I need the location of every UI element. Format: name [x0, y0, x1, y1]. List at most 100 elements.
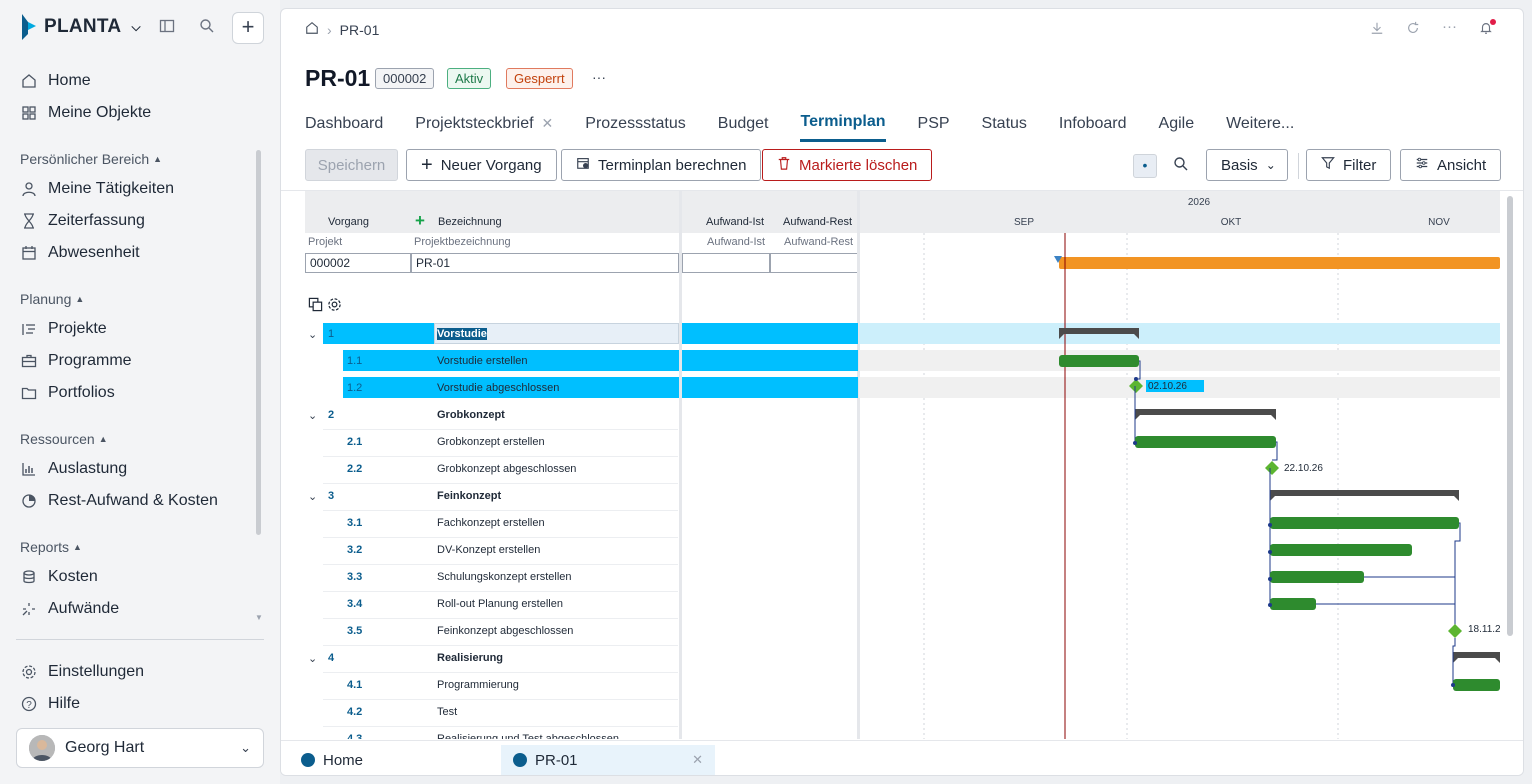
sidebar-item-zeiterfassung[interactable]: Zeiterfassung [20, 207, 145, 235]
sidebar-item-abwesenheit[interactable]: Abwesenheit [20, 239, 140, 267]
sidebar-item-projekte[interactable]: Projekte [20, 315, 107, 343]
row-name[interactable]: Fachkonzept erstellen [437, 517, 545, 529]
row-name[interactable]: Grobkonzept abgeschlossen [437, 463, 576, 475]
scroll-down-icon[interactable]: ▼ [255, 613, 263, 622]
section-reports[interactable]: Reports ▲ [20, 539, 82, 555]
col-header-bezeichnung[interactable]: Bezeichnung [438, 216, 502, 228]
refresh-icon[interactable] [1406, 21, 1420, 39]
row-name[interactable]: Vorstudie erstellen [437, 355, 528, 367]
row-name[interactable]: DV-Konzept erstellen [437, 544, 540, 556]
col-header-vorgang[interactable]: Vorgang [328, 216, 369, 228]
planta-logo[interactable]: PLANTA ⌵ [20, 14, 141, 40]
copy-icon[interactable] [308, 297, 323, 317]
project-more-button[interactable]: ··· [592, 69, 606, 85]
tab-budget[interactable]: Budget [718, 113, 769, 142]
row-name[interactable]: Vorstudie abgeschlossen [437, 382, 559, 394]
section-persoenlicher-bereich[interactable]: Persönlicher Bereich ▲ [20, 151, 162, 167]
tab-projektsteckbrief[interactable]: Projektsteckbrief ✕ [415, 113, 553, 142]
calendar-icon [20, 244, 38, 262]
chevron-down-icon[interactable]: ⌵ [131, 20, 140, 35]
row-name[interactable]: Realisierung und Test abgeschlossen [437, 733, 619, 739]
chevron-down-icon[interactable]: ⌄ [308, 490, 317, 503]
sidebar-item-hilfe[interactable]: ? Hilfe [20, 690, 80, 718]
calculate-schedule-button[interactable]: Terminplan berechnen [561, 149, 762, 181]
tab-psp[interactable]: PSP [918, 113, 950, 142]
notification-dot [1490, 19, 1496, 25]
sidebar-item-aufwaende[interactable]: Aufwände [20, 595, 119, 623]
sidebar-item-kosten[interactable]: Kosten [20, 563, 98, 591]
chevron-down-icon[interactable]: ⌄ [308, 652, 317, 665]
sidebar-item-label: Hilfe [48, 695, 81, 712]
row-name[interactable]: Feinkonzept [437, 490, 501, 502]
chevron-down-icon[interactable]: ⌄ [308, 409, 317, 422]
tab-prozessstatus[interactable]: Prozessstatus [585, 113, 685, 142]
project-name-cell[interactable]: PR-01 [411, 253, 679, 273]
breadcrumb-current[interactable]: PR-01 [340, 22, 380, 38]
sidebar-toggle-icon[interactable] [158, 18, 176, 36]
tab-dashboard[interactable]: Dashboard [305, 113, 383, 142]
filter-button[interactable]: Filter [1306, 149, 1392, 181]
tab-weitere[interactable]: Weitere... [1226, 113, 1294, 142]
close-icon[interactable]: ✕ [542, 115, 554, 132]
search-icon[interactable] [1173, 156, 1189, 177]
download-icon[interactable] [1370, 21, 1384, 39]
row-name[interactable]: Roll-out Planung erstellen [437, 598, 563, 610]
bell-icon[interactable] [1479, 19, 1496, 39]
row-name[interactable]: Vorstudie [437, 328, 487, 340]
row-number: 4 [328, 652, 335, 664]
sidebar: PLANTA ⌵ + Home Meine Objekte Persönlich… [0, 0, 280, 784]
save-button[interactable]: Speichern [305, 149, 398, 181]
sidebar-item-meine-taetigkeiten[interactable]: Meine Tätigkeiten [20, 175, 174, 203]
bottom-tab-pr01[interactable]: PR-01 ✕ [501, 745, 715, 775]
tab-status[interactable]: Status [982, 113, 1027, 142]
bottom-tab-home[interactable]: Home [289, 745, 375, 775]
add-button[interactable]: + [232, 12, 264, 44]
vertical-scrollbar[interactable] [1507, 196, 1513, 636]
tab-terminplan[interactable]: Terminplan [800, 113, 886, 142]
close-icon[interactable]: ✕ [692, 752, 703, 768]
col-header-aufwand-rest[interactable]: Aufwand-Rest [783, 216, 852, 228]
project-aufwand-rest-cell[interactable] [770, 253, 858, 273]
sidebar-item-home[interactable]: Home [20, 67, 91, 95]
new-task-button[interactable]: + Neuer Vorgang [406, 149, 557, 181]
home-icon[interactable] [305, 21, 319, 38]
project-number-cell[interactable]: 000002 [305, 253, 411, 273]
basis-dropdown[interactable]: Basis ⌄ [1206, 149, 1288, 181]
search-icon[interactable] [198, 18, 216, 36]
gantt-milestone [1265, 461, 1279, 475]
tab-infoboard[interactable]: Infoboard [1059, 113, 1127, 142]
add-row-icon[interactable]: + [415, 211, 425, 231]
sidebar-scrollbar[interactable] [256, 150, 261, 535]
tab-agile[interactable]: Agile [1159, 113, 1195, 142]
row-name[interactable]: Grobkonzept [437, 409, 505, 421]
dot-toggle-button[interactable]: • [1133, 154, 1157, 178]
toolbar: Speichern + Neuer Vorgang Terminplan bere… [305, 149, 1502, 183]
user-menu[interactable]: Georg Hart ⌄ [16, 728, 264, 768]
coins-icon [20, 568, 38, 586]
row-name[interactable]: Feinkonzept abgeschlossen [437, 625, 573, 637]
tab-label: Home [323, 751, 364, 769]
sidebar-item-rest-aufwand-kosten[interactable]: Rest-Aufwand & Kosten [20, 487, 218, 515]
sidebar-item-meine-objekte[interactable]: Meine Objekte [20, 99, 151, 127]
more-icon[interactable]: ··· [1442, 19, 1457, 39]
view-button[interactable]: Ansicht [1400, 149, 1502, 181]
section-planung[interactable]: Planung ▲ [20, 291, 84, 307]
gantt-summary-bar-cap [1454, 496, 1459, 501]
col-header-aufwand-ist[interactable]: Aufwand-Ist [706, 216, 764, 228]
row-name[interactable]: Realisierung [437, 652, 503, 664]
gantt-link-dot [1133, 441, 1137, 445]
sidebar-item-einstellungen[interactable]: Einstellungen [20, 658, 144, 686]
row-name[interactable]: Schulungskonzept erstellen [437, 571, 572, 583]
delete-marked-button[interactable]: Markierte löschen [762, 149, 933, 181]
section-ressourcen[interactable]: Ressourcen ▲ [20, 431, 108, 447]
gantt-task-bar [1453, 679, 1500, 691]
row-name[interactable]: Programmierung [437, 679, 519, 691]
row-name[interactable]: Grobkonzept erstellen [437, 436, 545, 448]
sidebar-item-portfolios[interactable]: Portfolios [20, 379, 115, 407]
sidebar-item-programme[interactable]: Programme [20, 347, 132, 375]
row-name[interactable]: Test [437, 706, 457, 718]
sidebar-item-auslastung[interactable]: Auslastung [20, 455, 127, 483]
chevron-down-icon[interactable]: ⌄ [308, 328, 317, 341]
project-aufwand-ist-cell[interactable] [682, 253, 770, 273]
gear-icon[interactable] [327, 297, 342, 317]
